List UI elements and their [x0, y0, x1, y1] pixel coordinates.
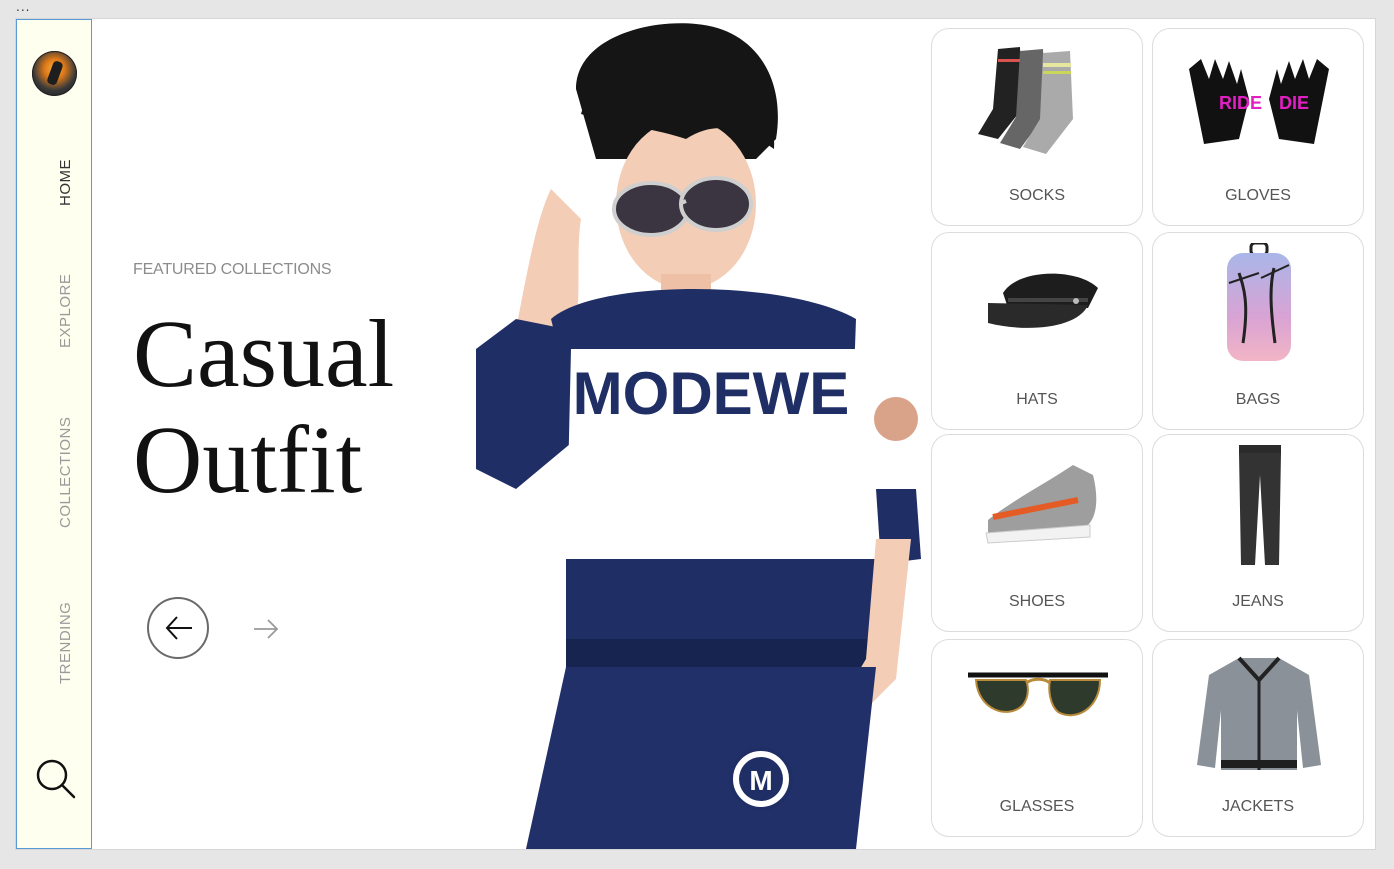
gloves-icon: RIDE DIE — [1189, 59, 1329, 144]
category-label: GLASSES — [999, 798, 1075, 815]
socks-icon — [978, 47, 1073, 154]
hero-title: Casual Outfit — [133, 301, 394, 513]
category-card-bags[interactable]: BAGS — [1152, 232, 1364, 430]
category-label: JACKETS — [1221, 798, 1294, 815]
category-label: GLOVES — [1225, 187, 1291, 204]
hero-model-image: MODEWE M — [476, 23, 921, 849]
category-card-shoes[interactable]: SHOES — [931, 434, 1143, 632]
avatar[interactable] — [32, 51, 77, 96]
sidebar-item-trending[interactable]: TRENDING — [57, 602, 74, 684]
window-menu-dots[interactable]: ... — [16, 0, 30, 14]
category-card-jackets[interactable]: JACKETS — [1152, 639, 1364, 837]
svg-text:DIE: DIE — [1279, 93, 1309, 113]
category-label: JEANS — [1232, 593, 1284, 610]
hat-icon — [988, 273, 1098, 328]
backpack-icon — [1227, 243, 1291, 361]
featured-collections-label: FEATURED COLLECTIONS — [133, 261, 332, 278]
sidebar-item-explore[interactable]: EXPLORE — [57, 274, 74, 348]
prev-slide-button[interactable] — [147, 597, 209, 659]
category-label: HATS — [1016, 391, 1058, 408]
arrow-left-icon — [165, 616, 192, 640]
category-card-glasses[interactable]: GLASSES — [931, 639, 1143, 837]
category-label: SOCKS — [1008, 187, 1065, 204]
hero-title-line-2: Outfit — [133, 406, 363, 513]
svg-text:RIDE: RIDE — [1219, 93, 1262, 113]
category-card-jeans[interactable]: JEANS — [1152, 434, 1364, 632]
app-window: HOME EXPLORE COLLECTIONS TRENDING FEATUR… — [16, 19, 1375, 849]
sidebar-item-home[interactable]: HOME — [57, 159, 74, 206]
shirt-print-text: MODEWE — [573, 360, 850, 427]
sunglasses-icon — [968, 672, 1108, 717]
search-icon[interactable] — [35, 758, 77, 800]
sidebar-item-collections[interactable]: COLLECTIONS — [57, 417, 74, 528]
category-label: SHOES — [1008, 593, 1065, 610]
hero-title-line-1: Casual — [133, 300, 395, 407]
jacket-icon — [1197, 656, 1321, 770]
category-label: BAGS — [1235, 391, 1281, 408]
sidebar: HOME EXPLORE COLLECTIONS TRENDING — [16, 19, 92, 849]
pants-badge-letter: M — [749, 765, 772, 796]
category-card-hats[interactable]: HATS — [931, 232, 1143, 430]
arrow-right-icon[interactable] — [252, 618, 280, 640]
category-card-socks[interactable]: SOCKS — [931, 28, 1143, 226]
shoe-icon — [985, 465, 1097, 544]
category-card-gloves[interactable]: RIDE DIE GLOVES — [1152, 28, 1364, 226]
jeans-icon — [1239, 445, 1281, 565]
